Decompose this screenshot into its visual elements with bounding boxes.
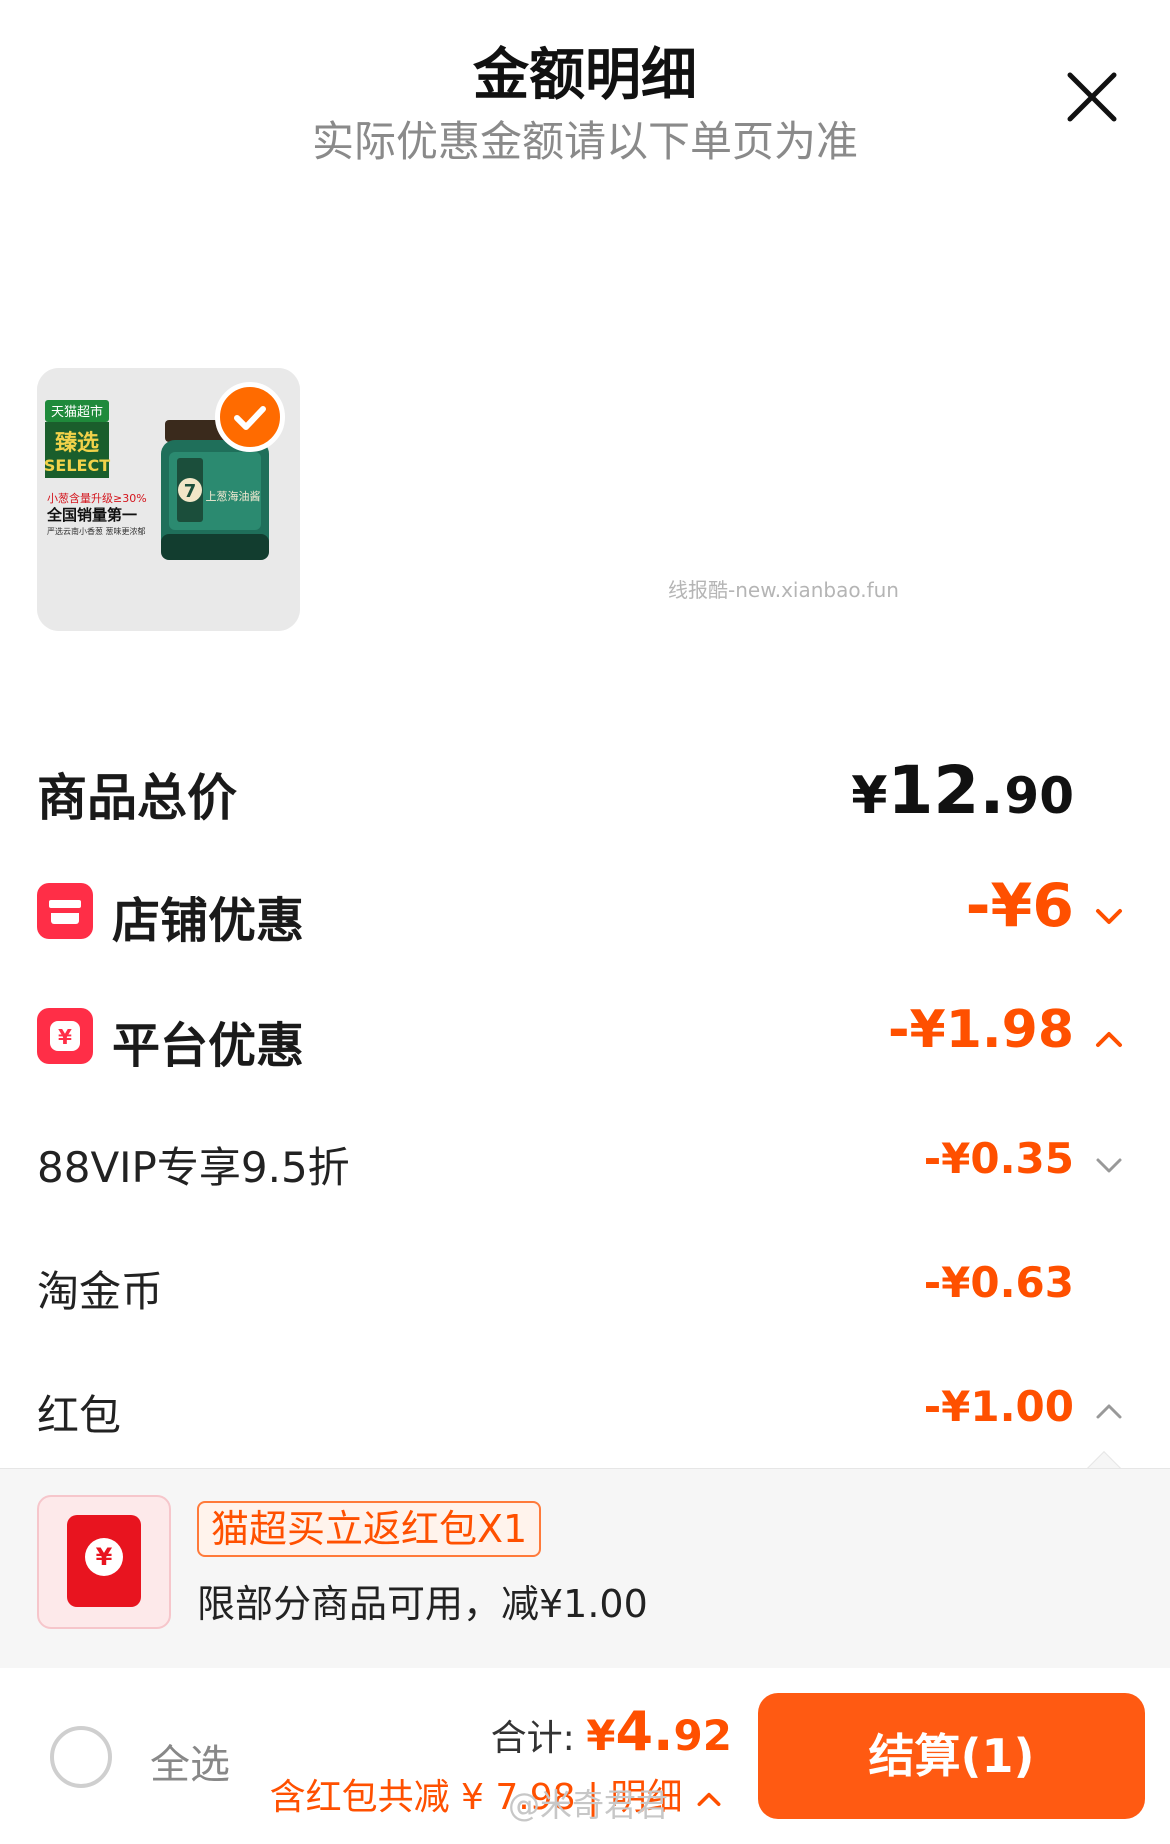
redpacket-label: 红包 (37, 1391, 122, 1440)
page-subtitle: 实际优惠金额请以下单页为准 (311, 117, 858, 166)
chevron-up-icon (697, 1792, 721, 1807)
order-total-amount: ¥4.92 (586, 1700, 732, 1763)
store-icon (37, 883, 93, 939)
redpacket-amount: -¥1.00 (923, 1382, 1074, 1431)
jar-label: 上葱海油酱 (206, 489, 261, 503)
badge-sub-text: SELECT (44, 456, 110, 475)
chevron-up-icon[interactable] (1092, 1022, 1126, 1056)
total-decimal: 90 (1004, 767, 1074, 825)
store-discount-label: 店铺优惠 (112, 893, 305, 949)
vip-discount-row[interactable]: 88VIP专享9.5折 -¥0.35 (0, 1130, 1170, 1200)
promo-line-1: 小葱含量升级≥30% (47, 491, 147, 505)
yuan-coin-icon: ¥ (85, 1538, 123, 1576)
platform-discount-amount: -¥1.98 (887, 1000, 1074, 1060)
vip-discount-label: 88VIP专享9.5折 (37, 1143, 350, 1192)
total-currency: ¥ (851, 766, 888, 826)
total-price-amount: ¥12.90 (851, 752, 1074, 829)
vip-discount-amount: -¥0.35 (923, 1134, 1074, 1183)
taojinbi-row: 淘金币 -¥0.63 (0, 1254, 1170, 1324)
redpacket-row[interactable]: 红包 -¥1.00 (0, 1378, 1170, 1448)
total-price-label: 商品总价 (37, 769, 237, 827)
selected-check-badge[interactable] (215, 382, 285, 452)
chevron-up-icon[interactable] (1092, 1394, 1126, 1428)
order-total: 合计: ¥4.92 (491, 1700, 732, 1763)
promo-line-3: 严选云南小香葱 葱味更浓郁 (47, 526, 146, 536)
order-total-label: 合计: (490, 1718, 587, 1759)
taojinbi-label: 淘金币 (37, 1267, 164, 1316)
header: 金额明细 实际优惠金额请以下单页为准 (0, 0, 1170, 180)
chevron-down-icon[interactable] (1092, 1148, 1126, 1182)
user-watermark: @米奇君君 (508, 1786, 669, 1824)
select-all-label[interactable]: 全选 (150, 1732, 230, 1790)
platform-icon: ¥ (37, 1008, 93, 1064)
redpacket-detail-panel (0, 1468, 1170, 1668)
total-integer: 12. (887, 752, 1005, 829)
badge-main-text: 臻选 (55, 431, 99, 456)
badge-top-text: 天猫超市 (51, 404, 103, 420)
checkout-button[interactable]: 结算(1) (758, 1693, 1145, 1819)
chevron-down-icon[interactable] (1092, 899, 1126, 933)
svg-text:¥: ¥ (58, 1025, 72, 1049)
order-total-decimal: 92 (673, 1711, 732, 1760)
order-total-currency: ¥ (586, 1711, 616, 1760)
redpacket-description: 限部分商品可用，减¥1.00 (197, 1582, 648, 1626)
select-all-radio[interactable] (50, 1726, 112, 1788)
page-title: 金额明细 (473, 43, 697, 108)
platform-discount-row[interactable]: ¥ 平台优惠 -¥1.98 (0, 1000, 1170, 1080)
redpacket-tag: 猫超买立返红包X1 (197, 1501, 542, 1557)
jar-number: 7 (184, 481, 197, 502)
total-price-row: 商品总价 ¥12.90 (0, 752, 1170, 832)
close-icon[interactable] (1060, 65, 1124, 129)
site-watermark: 线报酷-new.xianbao.fun (668, 578, 899, 602)
store-discount-amount: -¥6 (965, 871, 1074, 941)
order-total-integer: 4. (615, 1700, 674, 1763)
checkmark-icon (234, 406, 266, 430)
platform-discount-label: 平台优惠 (112, 1018, 305, 1074)
taojinbi-amount: -¥0.63 (923, 1258, 1074, 1307)
store-discount-row[interactable]: 店铺优惠 -¥6 (0, 871, 1170, 955)
promo-line-2: 全国销量第一 (46, 506, 137, 524)
